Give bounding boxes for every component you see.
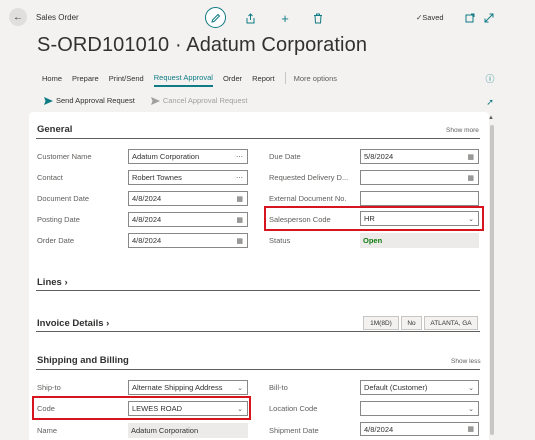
lines-title[interactable]: Lines › <box>37 277 68 288</box>
breadcrumb: Sales Order <box>36 13 79 22</box>
tab-report[interactable]: Report <box>252 74 275 86</box>
shipping-billing-title[interactable]: Shipping and Billing <box>37 355 129 366</box>
contact-field[interactable]: Robert Townes ⋯ <box>128 170 248 185</box>
chevron-right-icon: › <box>61 277 68 288</box>
ellipsis-icon[interactable]: ⋯ <box>236 174 247 182</box>
open-new-window-icon[interactable] <box>463 11 477 25</box>
contact-label: Contact <box>37 173 63 182</box>
cancel-request-icon <box>150 96 160 105</box>
bill-to-label: Bill-to <box>269 383 288 392</box>
customer-name-field[interactable]: Adatum Corporation ⋯ <box>128 149 248 164</box>
tab-order[interactable]: Order <box>223 74 242 86</box>
calendar-icon[interactable]: ▦ <box>467 174 478 182</box>
location-badge: ATLANTA, GA <box>424 316 478 330</box>
location-code-label: Location Code <box>269 404 318 413</box>
chevron-down-icon: ⌄ <box>237 384 243 392</box>
tab-home[interactable]: Home <box>42 74 62 86</box>
section-divider <box>36 331 480 332</box>
name-field: Adatum Corporation <box>128 423 248 438</box>
page-title: S-ORD101010 · Adatum Corporation <box>37 34 368 56</box>
delete-icon[interactable] <box>311 11 325 25</box>
arrow-left-icon: ← <box>13 11 23 23</box>
salesperson-code-label: Salesperson Code <box>269 215 331 224</box>
chevron-down-icon: ⌄ <box>468 215 474 223</box>
status-value: Open <box>363 236 383 245</box>
cancel-approval-button[interactable]: Cancel Approval Request <box>150 96 247 105</box>
document-date-field[interactable]: 4/8/2024 ▦ <box>128 191 248 206</box>
saved-indicator: ✓Saved <box>416 13 444 22</box>
document-date-label: Document Date <box>37 194 90 203</box>
requested-delivery-field[interactable]: ▦ <box>360 170 479 185</box>
posting-date-label: Posting Date <box>37 215 80 224</box>
calendar-icon[interactable]: ▦ <box>467 153 478 161</box>
bill-to-select[interactable]: Default (Customer) ⌄ <box>360 380 479 395</box>
ellipsis-icon[interactable]: ⋯ <box>236 153 247 161</box>
section-divider <box>36 290 480 291</box>
code-label: Code <box>37 404 55 413</box>
section-divider <box>36 138 480 139</box>
send-icon <box>44 96 53 105</box>
calendar-icon[interactable]: ▦ <box>236 195 247 203</box>
tab-prepare[interactable]: Prepare <box>72 74 99 86</box>
chevron-down-icon: ⌄ <box>237 405 243 413</box>
order-date-field[interactable]: 4/8/2024 ▦ <box>128 233 248 248</box>
status-label: Status <box>269 236 291 245</box>
chevron-down-icon: ⌄ <box>468 384 474 392</box>
more-options-button[interactable]: More options <box>294 74 337 86</box>
external-document-field[interactable] <box>360 191 479 206</box>
show-less-link[interactable]: Show less <box>451 358 481 365</box>
show-more-link[interactable]: Show more <box>446 127 479 134</box>
chevron-down-icon: ⌄ <box>468 405 474 413</box>
code-select[interactable]: LEWES ROAD ⌄ <box>128 401 248 416</box>
tab-print-send[interactable]: Print/Send <box>109 74 144 86</box>
subaction-bar: Send Approval Request Cancel Approval Re… <box>44 96 247 105</box>
back-button[interactable]: ← <box>9 8 27 26</box>
pin-icon[interactable]: ➚ <box>483 95 497 109</box>
ship-to-select[interactable]: Alternate Shipping Address ⌄ <box>128 380 248 395</box>
scrollbar[interactable] <box>490 125 494 435</box>
status-field: Open <box>360 233 479 248</box>
info-icon[interactable]: ⓘ <box>483 71 497 85</box>
new-icon[interactable]: + <box>278 11 292 26</box>
invoice-details-title[interactable]: Invoice Details › <box>37 318 109 329</box>
divider <box>284 72 286 84</box>
action-bar: Home Prepare Print/Send Request Approval… <box>42 72 347 87</box>
pencil-icon <box>210 13 220 23</box>
shipment-date-label: Shipment Date <box>269 426 319 435</box>
posting-date-field[interactable]: 4/8/2024 ▦ <box>128 212 248 227</box>
customer-name-label: Customer Name <box>37 152 92 161</box>
payment-terms-badge: 1M(8D) <box>363 316 399 330</box>
general-title[interactable]: General <box>37 124 72 135</box>
shipment-date-field[interactable]: 4/8/2024 ▦ <box>360 422 479 436</box>
requested-delivery-label: Requested Delivery D... <box>269 173 349 182</box>
section-divider <box>36 369 480 370</box>
name-label: Name <box>37 426 58 435</box>
scroll-up-icon[interactable]: ▲ <box>488 115 494 121</box>
location-code-select[interactable]: ⌄ <box>360 401 479 416</box>
ship-to-label: Ship-to <box>37 383 61 392</box>
tab-request-approval[interactable]: Request Approval <box>153 73 213 87</box>
chevron-right-icon: › <box>103 318 110 329</box>
order-date-label: Order Date <box>37 236 75 245</box>
invoice-flag-badge: No <box>401 316 422 330</box>
expand-icon[interactable] <box>482 11 496 25</box>
calendar-icon[interactable]: ▦ <box>467 425 478 433</box>
due-date-field[interactable]: 5/8/2024 ▦ <box>360 149 479 164</box>
share-icon[interactable] <box>243 11 257 25</box>
due-date-label: Due Date <box>269 152 301 161</box>
calendar-icon[interactable]: ▦ <box>236 216 247 224</box>
external-document-label: External Document No. <box>269 194 347 203</box>
edit-button[interactable] <box>205 7 226 28</box>
send-approval-button[interactable]: Send Approval Request <box>44 96 135 105</box>
calendar-icon[interactable]: ▦ <box>236 237 247 245</box>
salesperson-code-select[interactable]: HR ⌄ <box>360 211 479 226</box>
